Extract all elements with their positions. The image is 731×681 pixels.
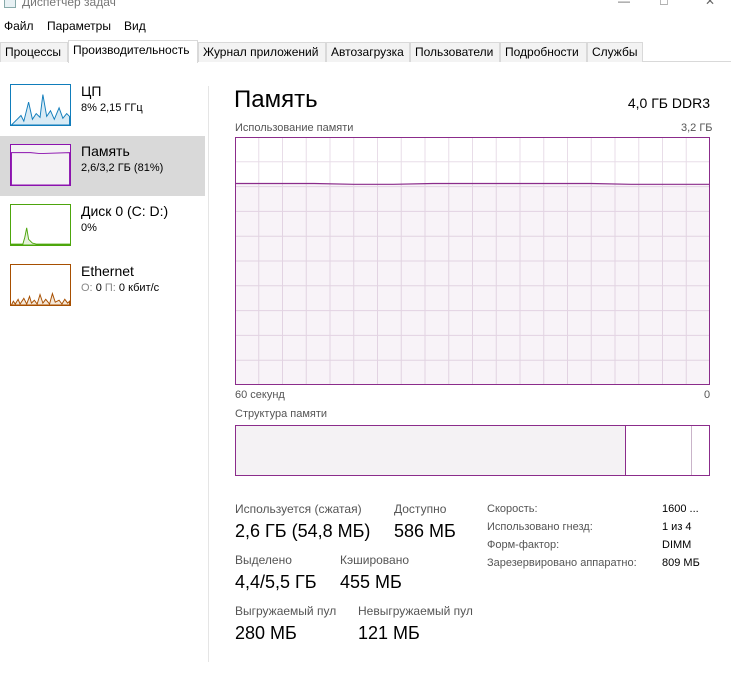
title-bar: Диспетчер задач — □ ✕: [0, 0, 731, 14]
menu-view[interactable]: Вид: [124, 19, 146, 33]
menu-options[interactable]: Параметры: [47, 19, 111, 33]
cpu-thumbnail: [10, 84, 71, 126]
form-factor-label: Форм-фактор:: [487, 539, 560, 551]
slots-label: Использовано гнезд:: [487, 521, 593, 533]
menu-file[interactable]: Файл: [4, 19, 34, 33]
available-value: 586 МБ: [394, 521, 456, 541]
sidebar-item-label: Ethernet: [81, 263, 134, 279]
sidebar-item-sub: 0%: [81, 222, 97, 234]
tab-services[interactable]: Службы: [587, 42, 643, 62]
paged-pool-value: 280 МБ: [235, 623, 297, 643]
disk-thumbnail: [10, 204, 71, 246]
available-label: Доступно: [394, 502, 447, 516]
sidebar-item-label: ЦП: [81, 83, 102, 99]
tab-users[interactable]: Пользователи: [410, 42, 500, 62]
speed-value: 1600 ...: [662, 503, 699, 515]
sidebar-item-sub: О: 0 П: 0 кбит/с: [81, 282, 159, 294]
tab-bar: Процессы Производительность Журнал прило…: [0, 40, 731, 63]
structure-label: Структура памяти: [235, 408, 328, 420]
tab-app-history[interactable]: Журнал приложений: [198, 42, 326, 62]
received-prefix: П:: [104, 282, 116, 294]
tab-startup[interactable]: Автозагрузка: [326, 42, 410, 62]
ethernet-thumbnail: [10, 264, 71, 306]
form-factor-value: DIMM: [662, 539, 692, 551]
hardware-reserved-value: 809 МБ: [662, 557, 700, 569]
tab-details[interactable]: Подробности: [500, 42, 587, 62]
committed-label: Выделено: [235, 553, 292, 567]
time-right-label: 0: [704, 389, 711, 401]
panel-divider: [208, 86, 209, 662]
paged-pool-label: Выгружаемый пул: [235, 604, 337, 618]
memory-usage-chart: [235, 137, 710, 385]
memory-structure-bar: [235, 425, 710, 476]
sidebar-item-ethernet[interactable]: Ethernet О: 0 П: 0 кбит/с: [0, 256, 205, 316]
cached-value: 455 МБ: [340, 572, 402, 592]
memory-type: 4,0 ГБ DDR3: [627, 95, 710, 111]
tab-processes[interactable]: Процессы: [0, 42, 68, 62]
task-manager-icon: [4, 0, 16, 8]
time-left-label: 60 секунд: [235, 389, 285, 401]
nonpaged-pool-value: 121 МБ: [358, 623, 420, 643]
sent-value: 0: [95, 282, 102, 294]
structure-in-use-segment: [236, 426, 626, 475]
sidebar-item-sub: 2,6/3,2 ГБ (81%): [81, 162, 164, 174]
sidebar-item-sub: 8% 2,15 ГГц: [81, 102, 143, 114]
received-value: 0 кбит/с: [118, 282, 160, 294]
tab-performance[interactable]: Производительность: [68, 40, 198, 63]
page-title: Память: [234, 86, 318, 113]
usage-max-label: 3,2 ГБ: [681, 122, 713, 134]
minimize-icon[interactable]: —: [614, 0, 634, 12]
close-icon[interactable]: ✕: [700, 0, 720, 12]
sidebar-item-label: Память: [81, 143, 130, 159]
sidebar-item-label: Диск 0 (C: D:): [81, 203, 169, 219]
sidebar: ЦП 8% 2,15 ГГц Память 2,6/3,2 ГБ (81%) Д…: [0, 76, 208, 666]
speed-label: Скорость:: [487, 503, 538, 515]
memory-thumbnail: [10, 144, 71, 186]
slots-value: 1 из 4: [662, 521, 692, 533]
in-use-label: Используется (сжатая): [235, 502, 362, 516]
sent-prefix: О:: [81, 282, 93, 294]
usage-label: Использование памяти: [235, 122, 354, 134]
hardware-reserved-label: Зарезервировано аппаратно:: [487, 557, 637, 569]
structure-standby-divider: [691, 426, 692, 475]
cached-label: Кэшировано: [340, 553, 410, 567]
sidebar-item-disk[interactable]: Диск 0 (C: D:) 0%: [0, 196, 205, 256]
nonpaged-pool-label: Невыгружаемый пул: [358, 604, 473, 618]
maximize-icon[interactable]: □: [654, 0, 674, 12]
window-title: Диспетчер задач: [22, 0, 116, 9]
committed-value: 4,4/5,5 ГБ: [235, 572, 317, 592]
memory-usage-area: [235, 183, 710, 385]
in-use-value: 2,6 ГБ (54,8 МБ): [235, 521, 371, 541]
sidebar-item-memory[interactable]: Память 2,6/3,2 ГБ (81%): [0, 136, 205, 196]
sidebar-item-cpu[interactable]: ЦП 8% 2,15 ГГц: [0, 76, 205, 136]
